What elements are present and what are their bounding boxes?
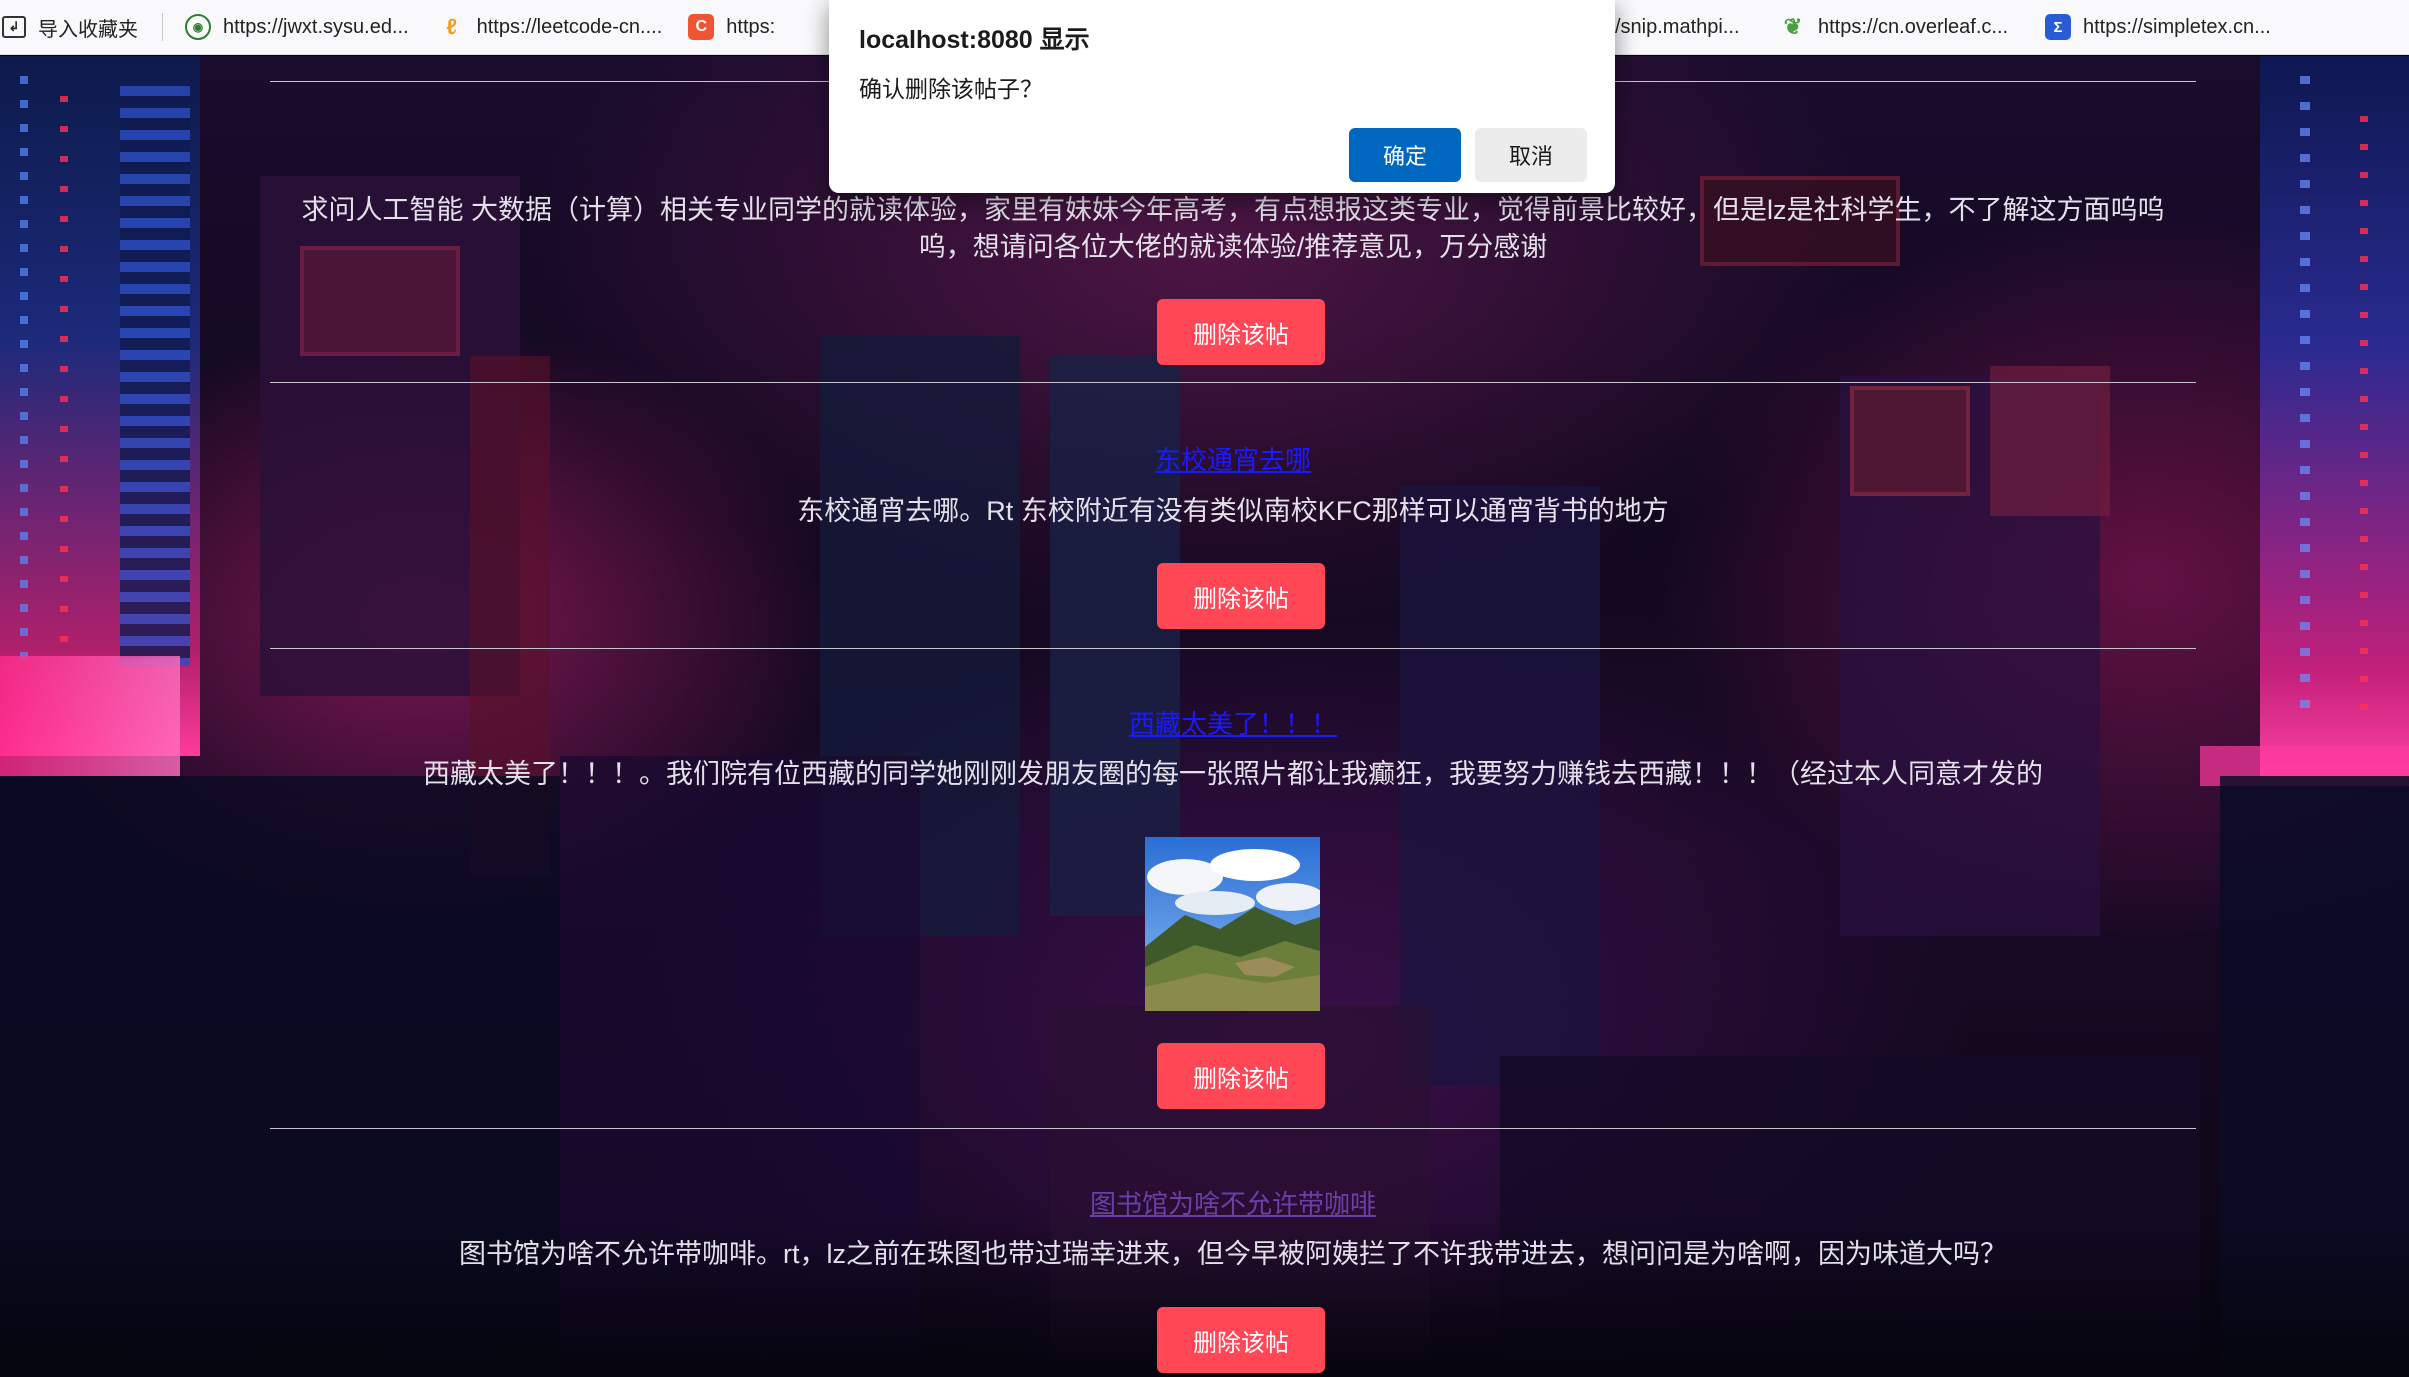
delete-post-button[interactable]: 删除该帖 bbox=[1157, 563, 1325, 629]
divider bbox=[270, 648, 2196, 649]
bookmark-label: /snip.mathpi... bbox=[1615, 15, 1740, 38]
delete-post-button[interactable]: 删除该帖 bbox=[1157, 1307, 1325, 1373]
divider bbox=[270, 1128, 2196, 1129]
bookmark-overleaf[interactable]: ❦ https://cn.overleaf.c... bbox=[1780, 0, 2008, 55]
post-title-link[interactable]: 西藏太美了！！！ bbox=[270, 704, 2196, 741]
confirm-dialog: localhost:8080 显示 确认删除该帖子？ 确定 取消 bbox=[829, 0, 1615, 193]
bookmark-label: https://simpletex.cn... bbox=[2083, 15, 2271, 38]
bookmark-c[interactable]: C https: bbox=[688, 0, 775, 55]
post-body: 图书馆为啥不允许带咖啡。rt，lz之前在珠图也带过瑞幸进来，但今早被阿姨拦了不许… bbox=[459, 1239, 2007, 1269]
bookmark-mathpix[interactable]: /snip.mathpi... bbox=[1615, 0, 1740, 55]
post-body: 东校通宵去哪。Rt 东校附近有没有类似南校KFC那样可以通宵背书的地方 bbox=[797, 496, 1669, 526]
dialog-message: 确认删除该帖子？ bbox=[859, 76, 1043, 102]
delete-post-button[interactable]: 删除该帖 bbox=[1157, 1043, 1325, 1109]
bookmark-label: https://cn.overleaf.c... bbox=[1818, 15, 2009, 38]
bookmark-separator bbox=[162, 13, 163, 41]
bookmark-label: https://leetcode-cn.... bbox=[476, 15, 663, 38]
simpletex-icon: Σ bbox=[2045, 14, 2071, 40]
post-body: 求问人工智能 大数据（计算）相关专业同学的就读体验，家里有妹妹今年高考，有点想报… bbox=[301, 195, 2165, 262]
c-icon: C bbox=[688, 14, 715, 40]
bookmark-leetcode[interactable]: ℓ https://leetcode-cn.... bbox=[439, 0, 663, 55]
dialog-title: localhost:8080 显示 bbox=[859, 26, 1090, 54]
overleaf-icon: ❦ bbox=[1783, 14, 1803, 39]
import-icon: ↲ bbox=[2, 16, 26, 38]
delete-post-button[interactable]: 删除该帖 bbox=[1157, 299, 1325, 365]
bookmark-import[interactable]: ↲ 导入收藏夹 bbox=[2, 0, 138, 55]
confirm-button[interactable]: 确定 bbox=[1349, 128, 1461, 182]
divider bbox=[270, 382, 2196, 383]
bookmark-simpletex[interactable]: Σ https://simpletex.cn... bbox=[2045, 0, 2271, 55]
bookmark-jwxt[interactable]: ◉ https://jwxt.sysu.ed... bbox=[185, 0, 409, 55]
post-title-link[interactable]: 图书馆为啥不允许带咖啡 bbox=[270, 1184, 2196, 1221]
post-title-link[interactable]: 东校通宵去哪 bbox=[270, 440, 2196, 477]
bookmark-label: https: bbox=[726, 15, 776, 38]
post-list: 求问人工智能 大数据（计算）相关专业同学的就读体验，家里有妹妹今年高考，有点想报… bbox=[270, 56, 2196, 1377]
sysu-icon: ◉ bbox=[185, 14, 211, 40]
bookmark-label: https://jwxt.sysu.ed... bbox=[223, 15, 409, 38]
leetcode-icon: ℓ bbox=[446, 14, 457, 39]
cancel-button[interactable]: 取消 bbox=[1475, 128, 1587, 182]
tibet-landscape-photo bbox=[1145, 837, 1320, 1011]
bookmark-label: 导入收藏夹 bbox=[38, 18, 138, 41]
post-body: 西藏太美了！！！。我们院有位西藏的同学她刚刚发朋友圈的每一张照片都让我癫狂，我要… bbox=[423, 759, 2043, 789]
